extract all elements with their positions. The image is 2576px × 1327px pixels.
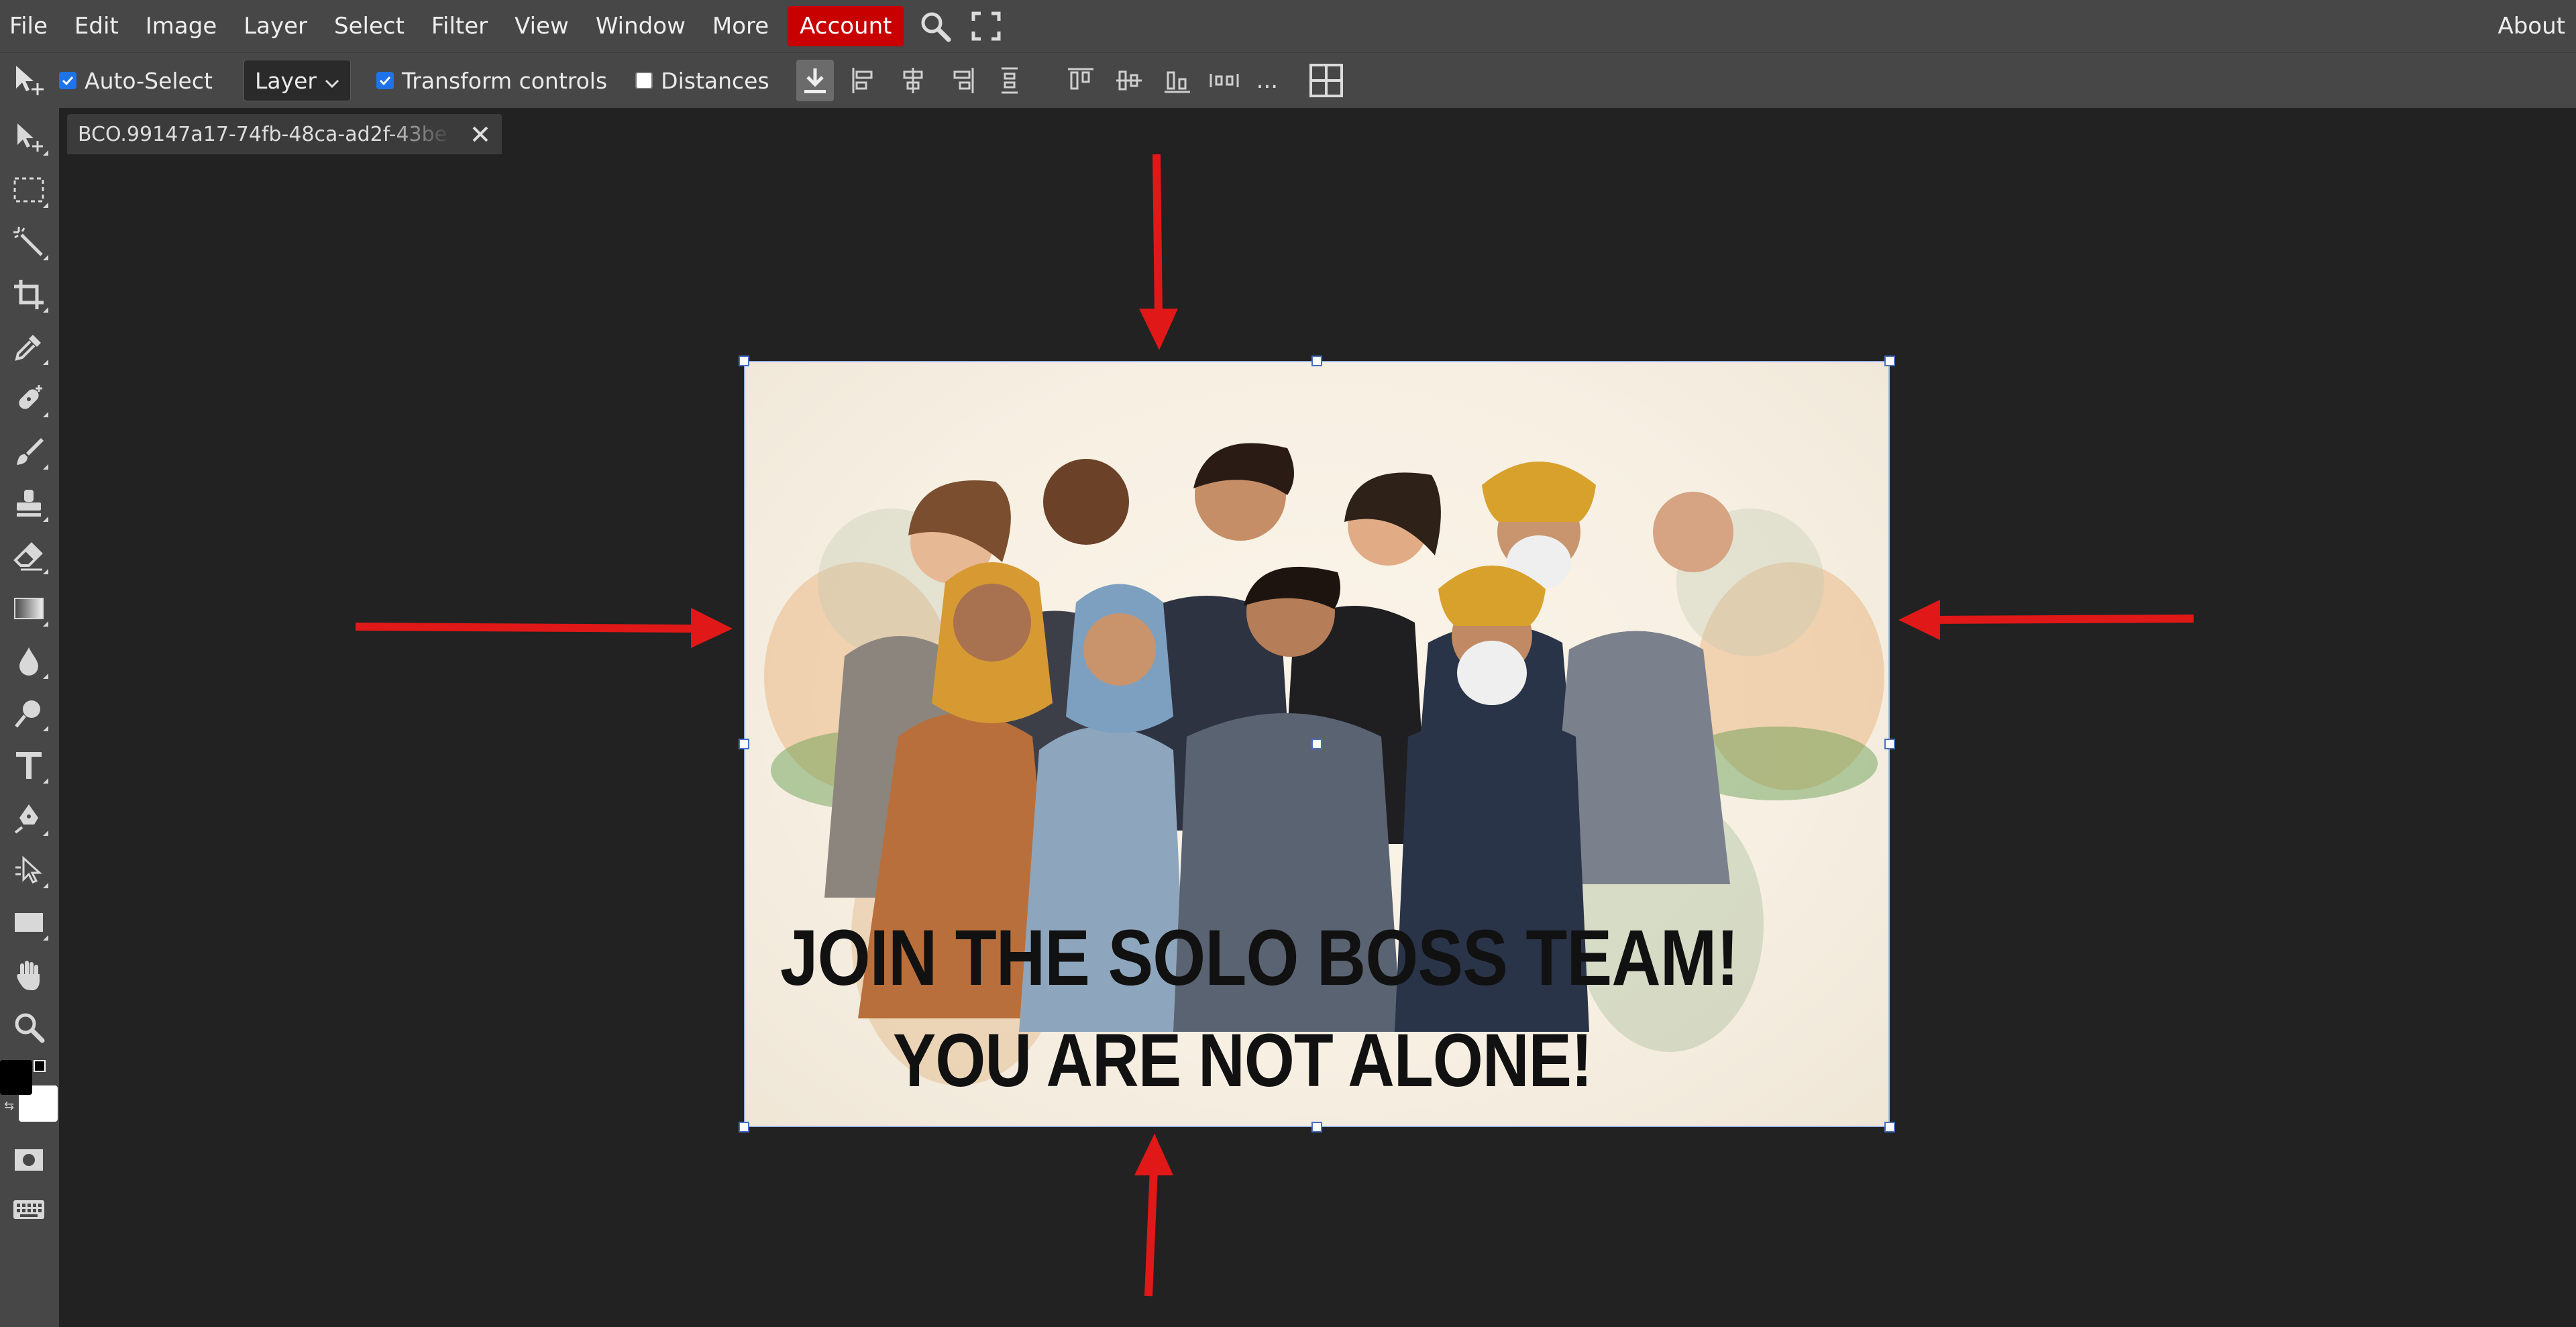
quick-mask-icon[interactable] xyxy=(7,1138,51,1182)
magic-wand-tool-icon[interactable] xyxy=(7,220,51,264)
arrow-right-icon xyxy=(355,608,733,648)
blur-tool-icon[interactable] xyxy=(7,639,51,683)
arrow-up-icon xyxy=(1134,1134,1173,1297)
arrow-left-icon xyxy=(1898,600,2194,640)
align-bottom-icon[interactable] xyxy=(1159,60,1196,101)
transform-handle-center[interactable] xyxy=(1311,739,1322,749)
swap-colors-icon[interactable]: ⇆ xyxy=(4,1099,14,1113)
stamp-tool-icon[interactable] xyxy=(7,482,51,526)
fullscreen-icon[interactable] xyxy=(967,7,1006,46)
transform-handle-top[interactable] xyxy=(1311,356,1322,366)
menu-select[interactable]: Select xyxy=(321,6,418,46)
keyboard-icon[interactable] xyxy=(7,1187,51,1232)
auto-select-checkbox[interactable]: Auto-Select xyxy=(59,68,213,94)
marquee-tool-icon[interactable] xyxy=(7,168,51,212)
rectangle-tool-icon[interactable] xyxy=(7,900,51,945)
menu-bar: File Edit Image Layer Select Filter View… xyxy=(0,0,2576,52)
menu-more[interactable]: More xyxy=(699,6,782,46)
menu-edit[interactable]: Edit xyxy=(61,6,132,46)
search-icon[interactable] xyxy=(916,7,955,46)
transform-handle-top-right[interactable] xyxy=(1884,356,1895,366)
distribute-horizontal-icon[interactable] xyxy=(1205,60,1243,101)
default-colors-icon[interactable] xyxy=(34,1060,46,1072)
layer-select[interactable]: Layer xyxy=(243,60,351,101)
document-tab-title: BCO.99147a17-74fb-48ca-ad2f-43be xyxy=(78,122,447,146)
download-icon[interactable] xyxy=(796,60,834,101)
document-tab[interactable]: BCO.99147a17-74fb-48ca-ad2f-43be xyxy=(67,114,502,154)
zoom-tool-icon[interactable] xyxy=(7,1005,51,1049)
checkbox-unchecked-icon[interactable] xyxy=(635,72,653,89)
distances-label: Distances xyxy=(661,67,769,94)
dodge-tool-icon[interactable] xyxy=(7,691,51,735)
auto-select-label: Auto-Select xyxy=(85,67,213,94)
checkbox-checked-icon[interactable] xyxy=(376,72,394,89)
menu-about[interactable]: About xyxy=(2498,0,2565,52)
transform-handle-left[interactable] xyxy=(739,739,749,749)
move-tool-icon[interactable] xyxy=(9,60,47,101)
arrow-down-icon xyxy=(1139,154,1178,350)
path-select-tool-icon[interactable] xyxy=(7,848,51,892)
transform-controls-label: Transform controls xyxy=(401,67,608,94)
distances-checkbox[interactable]: Distances xyxy=(635,68,769,94)
transform-handle-bottom-left[interactable] xyxy=(739,1122,749,1132)
account-button[interactable]: Account xyxy=(788,6,904,46)
transform-handle-bottom-right[interactable] xyxy=(1884,1122,1895,1132)
options-bar: Auto-Select Layer Transform controls Dis… xyxy=(0,52,2576,108)
poster-headline: JOIN THE SOLO BOSS TEAM! xyxy=(780,914,1739,1002)
hand-tool-icon[interactable] xyxy=(7,953,51,997)
eyedropper-tool-icon[interactable] xyxy=(7,325,51,369)
close-icon[interactable] xyxy=(468,122,492,146)
align-middle-icon[interactable] xyxy=(1110,60,1148,101)
transform-controls-checkbox[interactable]: Transform controls xyxy=(376,68,607,94)
healing-brush-tool-icon[interactable] xyxy=(7,377,51,421)
align-center-icon[interactable] xyxy=(894,60,932,101)
more-options[interactable]: ... xyxy=(1256,67,1278,94)
menu-layer[interactable]: Layer xyxy=(230,6,321,46)
brush-tool-icon[interactable] xyxy=(7,429,51,474)
align-top-icon[interactable] xyxy=(1062,60,1099,101)
align-right-icon[interactable] xyxy=(943,60,980,101)
menu-window[interactable]: Window xyxy=(582,6,699,46)
menu-image[interactable]: Image xyxy=(132,6,230,46)
checkbox-checked-icon[interactable] xyxy=(59,72,76,89)
transform-handle-right[interactable] xyxy=(1884,739,1895,749)
color-swatches[interactable]: ⇆ xyxy=(0,1060,59,1123)
gradient-tool-icon[interactable] xyxy=(7,586,51,631)
menu-view[interactable]: View xyxy=(501,6,582,46)
align-left-icon[interactable] xyxy=(846,60,883,101)
foreground-color-swatch[interactable] xyxy=(0,1060,32,1095)
transform-handle-top-left[interactable] xyxy=(739,356,749,366)
move-tool-icon[interactable] xyxy=(7,115,51,160)
eraser-tool-icon[interactable] xyxy=(7,534,51,578)
layer-select-value: Layer xyxy=(254,67,317,94)
distribute-vertical-icon[interactable] xyxy=(991,60,1028,101)
poster-subheadline: YOU ARE NOT ALONE! xyxy=(893,1018,1593,1102)
transform-handle-bottom[interactable] xyxy=(1311,1122,1322,1132)
crop-tool-icon[interactable] xyxy=(7,272,51,317)
chevron-down-icon xyxy=(325,68,339,94)
menu-filter[interactable]: Filter xyxy=(418,6,501,46)
menu-file[interactable]: File xyxy=(0,6,61,46)
text-tool-icon[interactable] xyxy=(7,743,51,788)
pen-tool-icon[interactable] xyxy=(7,796,51,840)
tools-panel: ⇆ xyxy=(0,107,59,1327)
grid-layout-icon[interactable] xyxy=(1307,60,1345,101)
